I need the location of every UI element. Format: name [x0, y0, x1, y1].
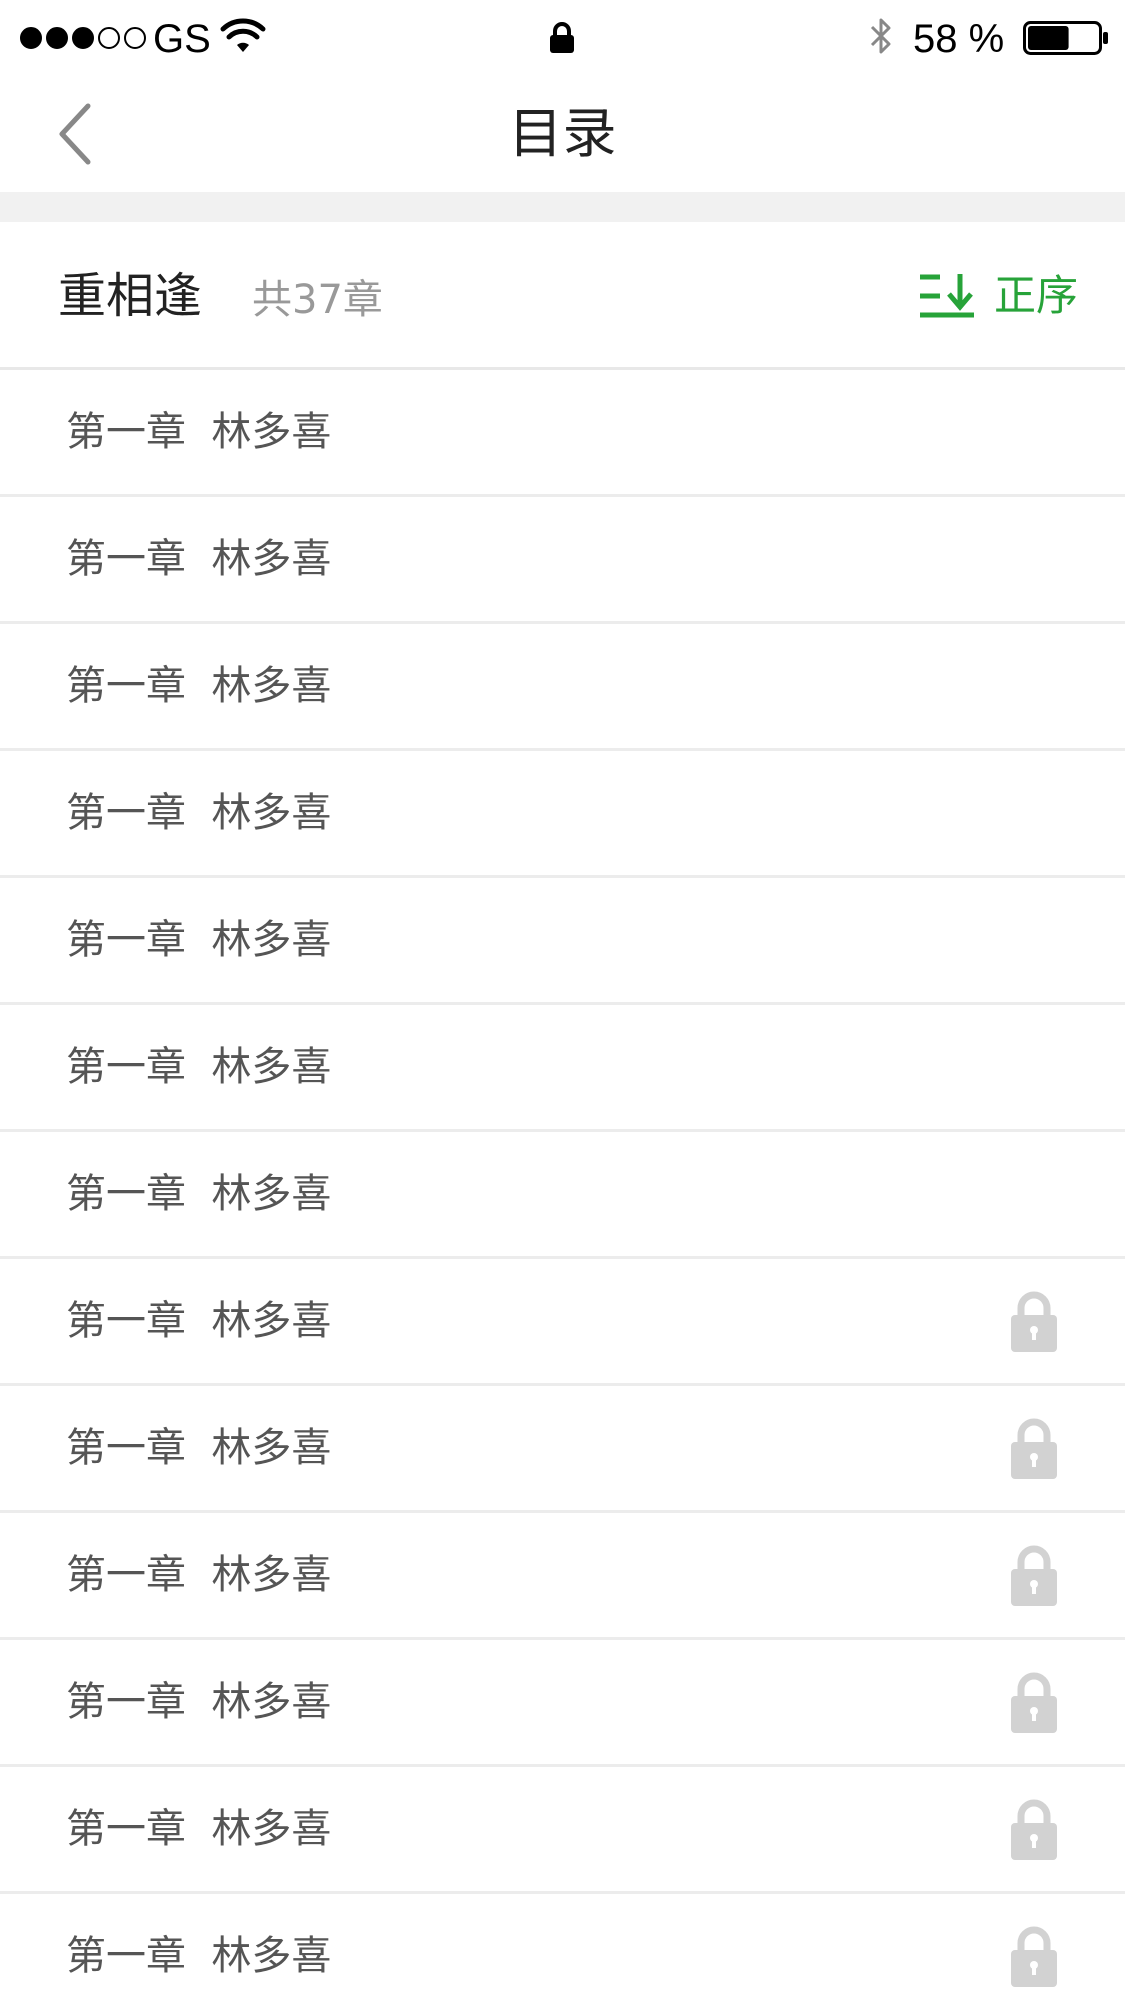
lock-icon	[1011, 1799, 1057, 1860]
chapter-label: 第一章 林多喜	[66, 1933, 332, 1979]
page-title: 目录	[508, 102, 617, 165]
chapter-item[interactable]: 第一章 林多喜	[0, 624, 1125, 751]
chapter-item[interactable]: 第一章 林多喜	[0, 1894, 1125, 2001]
chapter-item[interactable]: 第一章 林多喜	[0, 497, 1125, 624]
battery-icon	[1023, 21, 1108, 55]
sort-ascending-icon	[920, 274, 974, 318]
sort-order-label: 正序	[994, 271, 1079, 320]
lock-icon	[550, 22, 574, 53]
chapter-label: 第一章 林多喜	[66, 1298, 332, 1344]
carrier-name: GS	[153, 17, 211, 61]
chapter-list: 第一章 林多喜 第一章 林多喜 第一章 林多喜 第一章 林多喜 第一章 林多喜 第一章 林…	[0, 370, 1125, 2001]
chapter-item[interactable]: 第一章 林多喜	[0, 1386, 1125, 1513]
lock-icon	[1011, 1926, 1057, 1987]
battery-percent: 58 %	[913, 17, 1005, 61]
chapter-label: 第一章 林多喜	[66, 1425, 332, 1471]
chapter-item[interactable]: 第一章 林多喜	[0, 1132, 1125, 1259]
chapter-count: 共37章	[252, 277, 383, 323]
chapter-label: 第一章 林多喜	[66, 790, 332, 836]
chapter-item[interactable]: 第一章 林多喜	[0, 1259, 1125, 1386]
lock-icon	[1011, 1418, 1057, 1479]
chapter-item[interactable]: 第一章 林多喜	[0, 1640, 1125, 1767]
signal-dot-filled	[20, 27, 42, 49]
status-bar: GS 58 %	[0, 0, 1125, 78]
chapter-label: 第一章 林多喜	[66, 1044, 332, 1090]
chapter-item[interactable]: 第一章 林多喜	[0, 1767, 1125, 1894]
signal-dot-filled	[46, 27, 68, 49]
book-header: 重相逢 共37章 正序	[0, 222, 1125, 370]
chapter-label: 第一章 林多喜	[66, 536, 332, 582]
signal-dot-filled	[72, 27, 94, 49]
signal-dot-empty	[98, 27, 120, 49]
chapter-label: 第一章 林多喜	[66, 409, 332, 455]
bluetooth-icon	[870, 18, 891, 54]
chapter-label: 第一章 林多喜	[66, 1679, 332, 1725]
chapter-item[interactable]: 第一章 林多喜	[0, 1513, 1125, 1640]
lock-icon	[1011, 1291, 1057, 1352]
navigation-bar: 目录	[0, 78, 1125, 192]
signal-dot-empty	[124, 27, 146, 49]
chapter-item[interactable]: 第一章 林多喜	[0, 878, 1125, 1005]
sort-order-button[interactable]: 正序	[918, 266, 1078, 326]
chapter-label: 第一章 林多喜	[66, 663, 332, 709]
chapter-label: 第一章 林多喜	[66, 1806, 332, 1852]
chapter-item[interactable]: 第一章 林多喜	[0, 370, 1125, 497]
chapter-label: 第一章 林多喜	[66, 1171, 332, 1217]
lock-icon	[1011, 1672, 1057, 1733]
chapter-label: 第一章 林多喜	[66, 917, 332, 963]
chapter-item[interactable]: 第一章 林多喜	[0, 751, 1125, 878]
wifi-icon	[220, 18, 266, 52]
signal-dots-icon	[20, 27, 146, 49]
chapter-item[interactable]: 第一章 林多喜	[0, 1005, 1125, 1132]
chapter-label: 第一章 林多喜	[66, 1552, 332, 1598]
book-title: 重相逢	[58, 268, 203, 324]
lock-icon	[1011, 1545, 1057, 1606]
section-divider	[0, 192, 1125, 222]
